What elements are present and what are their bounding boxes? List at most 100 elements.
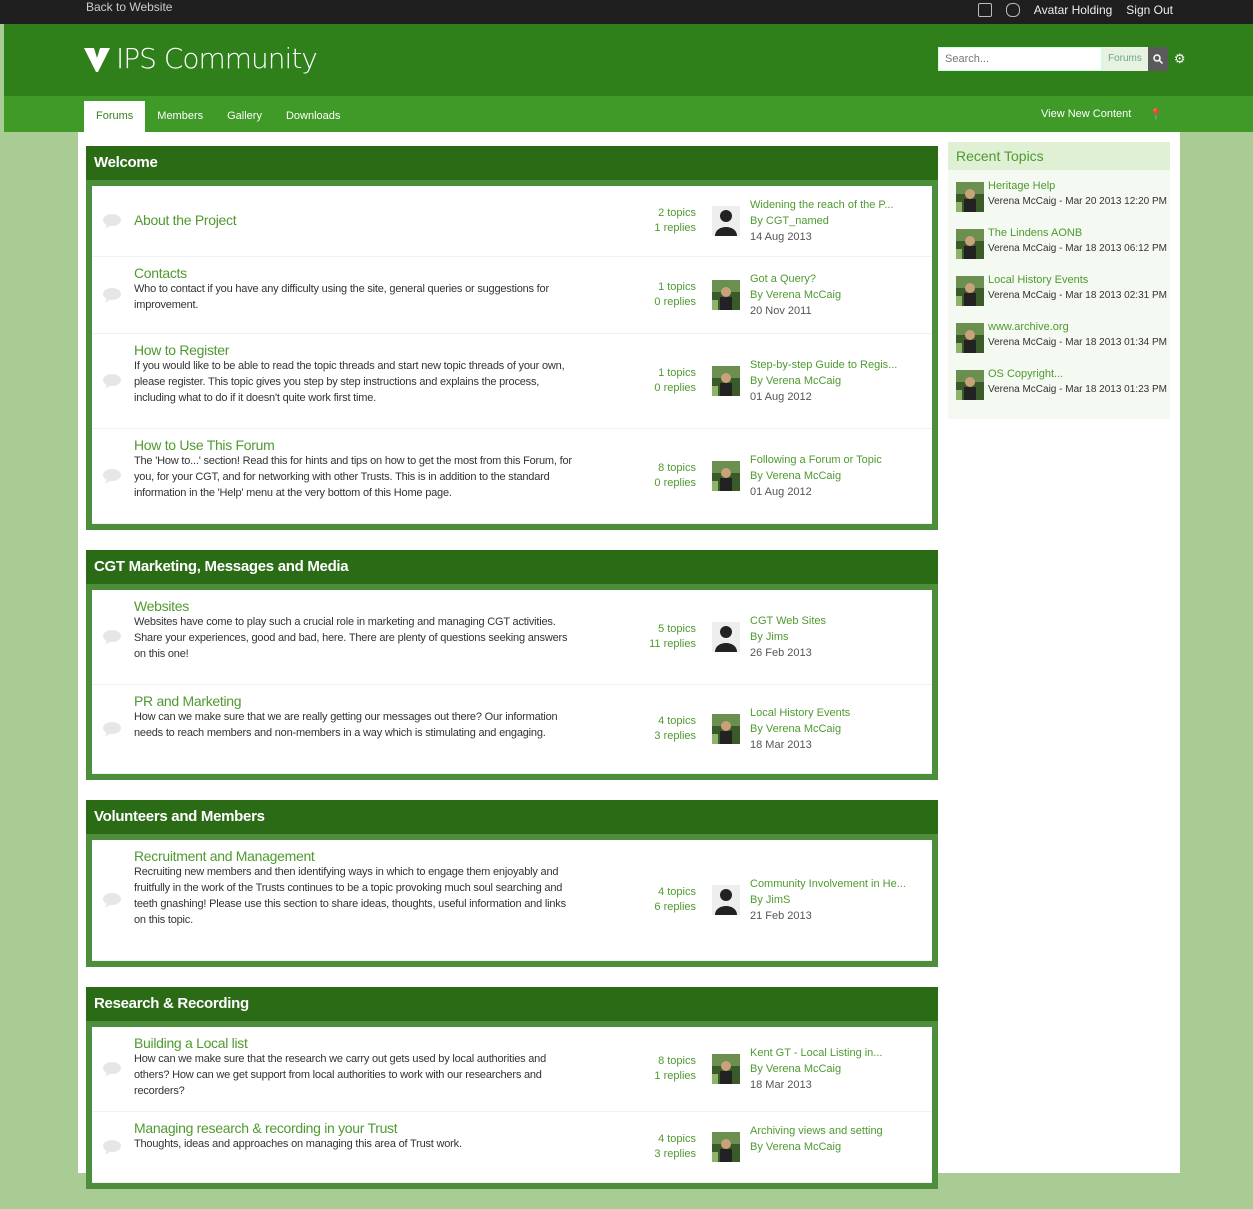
last-post-author[interactable]: By Verena McCaig bbox=[750, 468, 920, 484]
avatar[interactable] bbox=[712, 461, 740, 491]
top-bar: Back to Website Avatar Holding Sign Out bbox=[0, 0, 1253, 24]
recent-topic-item: OS Copyright... Verena McCaig - Mar 18 20… bbox=[948, 364, 1170, 411]
forum-title-link[interactable]: Contacts bbox=[134, 265, 574, 281]
avatar[interactable] bbox=[956, 182, 984, 212]
category-title[interactable]: Welcome bbox=[86, 146, 938, 180]
forum-row: Websites Websites have come to play such … bbox=[92, 590, 932, 685]
category-body: Websites Websites have come to play such … bbox=[92, 590, 932, 774]
category-title[interactable]: Volunteers and Members bbox=[86, 800, 938, 834]
forum-stats: 4 topics 3 replies bbox=[632, 714, 696, 744]
forum-row: Contacts Who to contact if you have any d… bbox=[92, 257, 932, 334]
reply-count: 0 replies bbox=[654, 477, 696, 489]
forum-categories: Welcome About the Project 2 topics 1 replie… bbox=[86, 146, 938, 1209]
main-nav: Forums Members Gallery Downloads View Ne… bbox=[4, 96, 1253, 137]
last-post-title-link[interactable]: CGT Web Sites bbox=[750, 613, 920, 629]
notification-icon[interactable] bbox=[1005, 3, 1020, 17]
recent-topic-meta: Verena McCaig - Mar 18 2013 01:34 PM bbox=[988, 337, 1167, 348]
forum-title-link[interactable]: Managing research & recording in your Tr… bbox=[134, 1120, 574, 1136]
forum-title-link[interactable]: Recruitment and Management bbox=[134, 848, 574, 864]
search-input[interactable] bbox=[938, 47, 1102, 71]
category-title[interactable]: Research & Recording bbox=[86, 987, 938, 1021]
last-post-title-link[interactable]: Archiving views and setting bbox=[750, 1123, 920, 1139]
last-post-title-link[interactable]: Got a Query? bbox=[750, 271, 920, 287]
forum-row: How to Use This Forum The 'How to...' sec… bbox=[92, 429, 932, 524]
pin-icon[interactable]: 📍 bbox=[1149, 108, 1163, 121]
last-post-title-link[interactable]: Community Involvement in He... bbox=[750, 876, 920, 892]
recent-topic-title-link[interactable]: OS Copyright... bbox=[988, 368, 1063, 380]
forum-stats: 4 topics 6 replies bbox=[632, 885, 696, 915]
last-post-author[interactable]: By Jims bbox=[750, 629, 920, 645]
search-scope[interactable]: Forums bbox=[1102, 47, 1148, 71]
sign-out-link[interactable]: Sign Out bbox=[1126, 3, 1173, 17]
recent-topic-title-link[interactable]: Local History Events bbox=[988, 274, 1088, 286]
last-post-author[interactable]: By Verena McCaig bbox=[750, 287, 920, 303]
last-post-date: 21 Feb 2013 bbox=[750, 910, 812, 922]
tab-members[interactable]: Members bbox=[145, 101, 215, 132]
forum-info: Recruitment and Management Recruiting new… bbox=[134, 848, 574, 928]
tab-gallery[interactable]: Gallery bbox=[215, 101, 274, 132]
forum-category: Volunteers and Members Recruitment and Ma… bbox=[86, 800, 938, 967]
last-post-date: 01 Aug 2012 bbox=[750, 486, 812, 498]
recent-topic-title-link[interactable]: www.archive.org bbox=[988, 321, 1069, 333]
avatar[interactable] bbox=[712, 714, 740, 744]
forum-bubble-icon bbox=[103, 1140, 121, 1155]
forum-stats: 8 topics 0 replies bbox=[632, 461, 696, 491]
last-post-title-link[interactable]: Widening the reach of the P... bbox=[750, 197, 920, 213]
last-post-author[interactable]: By Verena McCaig bbox=[750, 721, 920, 737]
forum-title-link[interactable]: About the Project bbox=[134, 212, 574, 228]
forum-description: Thoughts, ideas and approaches on managi… bbox=[134, 1138, 462, 1150]
avatar[interactable] bbox=[712, 206, 740, 236]
forum-bubble-icon bbox=[103, 1062, 121, 1077]
site-logo[interactable]: IPS Community bbox=[84, 42, 318, 75]
search-button[interactable] bbox=[1147, 47, 1168, 71]
avatar[interactable] bbox=[712, 885, 740, 915]
last-post-author[interactable]: By JimS bbox=[750, 892, 920, 908]
category-title[interactable]: CGT Marketing, Messages and Media bbox=[86, 550, 938, 584]
forum-title-link[interactable]: How to Use This Forum bbox=[134, 437, 574, 453]
back-to-website-link[interactable]: Back to Website bbox=[86, 0, 172, 14]
gear-icon[interactable]: ⚙ bbox=[1174, 51, 1186, 67]
topic-count: 5 topics bbox=[658, 623, 696, 635]
avatar[interactable] bbox=[956, 323, 984, 353]
forum-title-link[interactable]: How to Register bbox=[134, 342, 574, 358]
user-menu[interactable]: Avatar Holding bbox=[1034, 3, 1113, 17]
avatar[interactable] bbox=[956, 229, 984, 259]
avatar[interactable] bbox=[712, 366, 740, 396]
avatar[interactable] bbox=[712, 1132, 740, 1162]
forum-stats: 2 topics 1 replies bbox=[632, 206, 696, 236]
avatar[interactable] bbox=[712, 622, 740, 652]
last-post-date: 18 Mar 2013 bbox=[750, 1079, 812, 1091]
forum-info: Managing research & recording in your Tr… bbox=[134, 1120, 574, 1152]
search-box: Forums ⚙ bbox=[938, 46, 1186, 72]
forum-title-link[interactable]: Websites bbox=[134, 598, 574, 614]
last-post-title-link[interactable]: Step-by-step Guide to Regis... bbox=[750, 357, 920, 373]
recent-topic-item: The Lindens AONB Verena McCaig - Mar 18 2… bbox=[948, 223, 1170, 270]
forum-title-link[interactable]: Building a Local list bbox=[134, 1035, 574, 1051]
last-post-title-link[interactable]: Following a Forum or Topic bbox=[750, 452, 920, 468]
topic-count: 8 topics bbox=[658, 462, 696, 474]
inbox-icon[interactable] bbox=[977, 3, 992, 17]
last-post: Widening the reach of the P... By CGT_nam… bbox=[750, 197, 920, 245]
tab-downloads[interactable]: Downloads bbox=[274, 101, 352, 132]
avatar[interactable] bbox=[956, 276, 984, 306]
last-post-author[interactable]: By CGT_named bbox=[750, 213, 920, 229]
forum-row: About the Project 2 topics 1 replies Wideni… bbox=[92, 186, 932, 257]
recent-topic-title-link[interactable]: The Lindens AONB bbox=[988, 227, 1082, 239]
forum-bubble-icon bbox=[103, 288, 121, 303]
last-post-title-link[interactable]: Kent GT - Local Listing in... bbox=[750, 1045, 920, 1061]
forum-title-link[interactable]: PR and Marketing bbox=[134, 693, 574, 709]
avatar[interactable] bbox=[712, 1054, 740, 1084]
last-post-author[interactable]: By Verena McCaig bbox=[750, 373, 920, 389]
recent-topic-title-link[interactable]: Heritage Help bbox=[988, 180, 1055, 192]
view-new-content-link[interactable]: View New Content bbox=[1041, 108, 1131, 121]
forum-stats: 4 topics 3 replies bbox=[632, 1132, 696, 1162]
reply-count: 1 replies bbox=[654, 1070, 696, 1082]
topic-count: 1 topics bbox=[658, 367, 696, 379]
top-bar-right: Avatar Holding Sign Out bbox=[977, 3, 1173, 17]
last-post-title-link[interactable]: Local History Events bbox=[750, 705, 920, 721]
avatar[interactable] bbox=[712, 280, 740, 310]
last-post-author[interactable]: By Verena McCaig bbox=[750, 1139, 920, 1155]
forum-bubble-icon bbox=[103, 630, 121, 645]
avatar[interactable] bbox=[956, 370, 984, 400]
last-post-author[interactable]: By Verena McCaig bbox=[750, 1061, 920, 1077]
